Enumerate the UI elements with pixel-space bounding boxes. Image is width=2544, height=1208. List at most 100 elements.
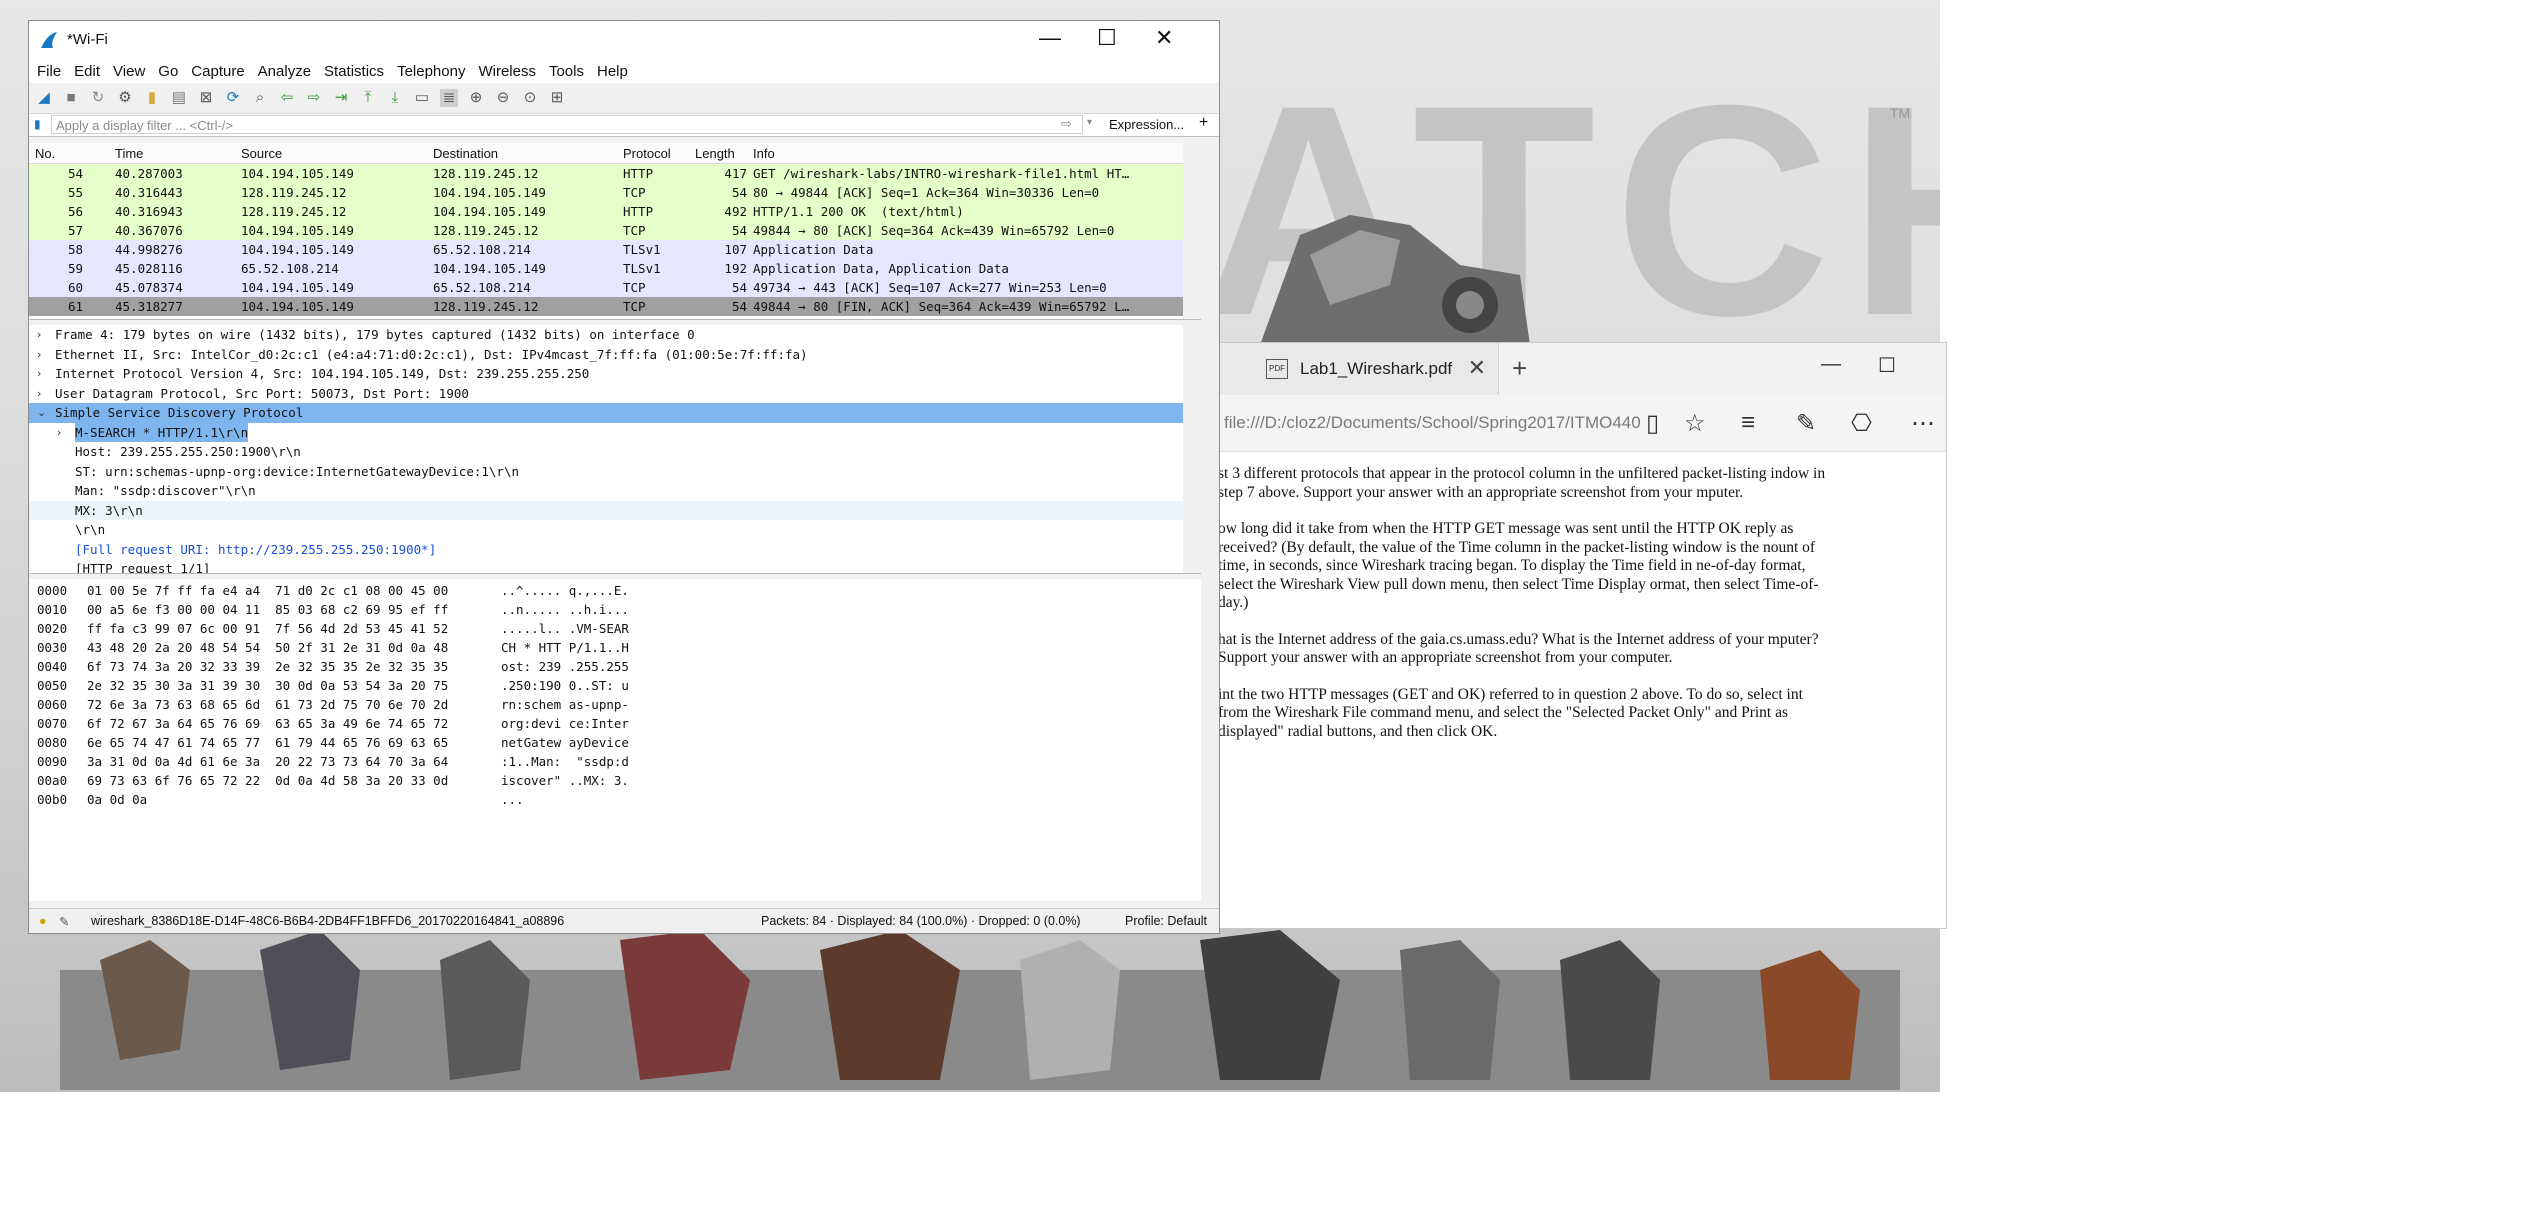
packet-cell-src: 104.194.105.149 bbox=[241, 280, 354, 295]
go-forward-icon[interactable]: ⇨ bbox=[305, 89, 323, 107]
detail-row[interactable]: › Internet Protocol Version 4, Src: 104.1… bbox=[29, 364, 1201, 384]
zoom-out-icon[interactable]: ⊖ bbox=[494, 89, 512, 107]
detail-row[interactable]: Man: "ssdp:discover"\r\n bbox=[29, 481, 1201, 501]
detail-row[interactable]: Host: 239.255.255.250:1900\r\n bbox=[29, 442, 1201, 462]
packet-row[interactable]: 58 44.998276 104.194.105.149 65.52.108.214 T… bbox=[29, 240, 1201, 259]
col-source[interactable]: Source bbox=[241, 146, 282, 161]
resize-columns-icon[interactable]: ⊞ bbox=[548, 89, 566, 107]
bookmark-icon[interactable]: ▮ bbox=[34, 117, 41, 131]
stop-capture-icon[interactable]: ■ bbox=[62, 89, 80, 107]
autoscroll-icon[interactable]: ▭ bbox=[413, 89, 431, 107]
share-icon[interactable]: ⎔ bbox=[1851, 409, 1872, 438]
address-input[interactable]: file:///D:/cloz2/Documents/School/Spring… bbox=[1224, 413, 1641, 433]
detail-rows: › Frame 4: 179 bytes on wire (1432 bits),… bbox=[29, 325, 1201, 573]
close-file-icon[interactable]: ⊠ bbox=[197, 89, 215, 107]
packet-row[interactable]: 61 45.318277 104.194.105.149 128.119.245.12… bbox=[29, 297, 1201, 316]
col-time[interactable]: Time bbox=[115, 146, 143, 161]
byte-hex: 43 48 20 2a 20 48 54 54 50 2f 31 2e 31 0… bbox=[87, 640, 449, 655]
menu-help[interactable]: Help bbox=[597, 63, 628, 80]
status-profile[interactable]: Profile: Default bbox=[1125, 914, 1207, 928]
reading-view-icon[interactable]: ▯ bbox=[1646, 409, 1659, 438]
collapsed-arrow-icon[interactable]: › bbox=[37, 384, 41, 404]
col-protocol[interactable]: Protocol bbox=[623, 146, 671, 161]
menu-edit[interactable]: Edit bbox=[74, 63, 100, 80]
capture-comment-icon[interactable]: ✎ bbox=[59, 914, 69, 929]
find-packet-icon[interactable]: ⌕ bbox=[251, 89, 269, 107]
col-no[interactable]: No. bbox=[35, 146, 55, 161]
go-to-packet-icon[interactable]: ⇥ bbox=[332, 89, 350, 107]
col-destination[interactable]: Destination bbox=[433, 146, 498, 161]
menu-statistics[interactable]: Statistics bbox=[324, 63, 384, 80]
restart-capture-icon[interactable]: ↻ bbox=[89, 89, 107, 107]
menu-file[interactable]: File bbox=[37, 63, 61, 80]
filter-dropdown-icon[interactable]: ▾ bbox=[1087, 117, 1092, 128]
packet-row[interactable]: 60 45.078374 104.194.105.149 65.52.108.214 T… bbox=[29, 278, 1201, 297]
collapsed-arrow-icon[interactable]: › bbox=[37, 345, 41, 365]
packet-cell-info: HTTP/1.1 200 OK (text/html) bbox=[753, 204, 964, 219]
collapsed-arrow-icon[interactable]: › bbox=[37, 325, 41, 345]
packet-row[interactable]: 57 40.367076 104.194.105.149 128.119.245.12… bbox=[29, 221, 1201, 240]
menu-capture[interactable]: Capture bbox=[191, 63, 244, 80]
normal-size-icon[interactable]: ⊙ bbox=[521, 89, 539, 107]
expression-button[interactable]: Expression... bbox=[1109, 117, 1184, 132]
expanded-arrow-icon[interactable]: ⌄ bbox=[37, 403, 46, 423]
go-last-packet-icon[interactable]: ⤓ bbox=[386, 89, 404, 107]
packet-list-scrollbar[interactable] bbox=[1183, 143, 1201, 319]
menu-go[interactable]: Go bbox=[158, 63, 178, 80]
menu-analyze[interactable]: Analyze bbox=[258, 63, 311, 80]
minimize-icon[interactable]: — bbox=[1039, 25, 1061, 51]
packet-row[interactable]: 55 40.316443 128.119.245.12 104.194.105.149… bbox=[29, 183, 1201, 202]
byte-off: 0060 bbox=[37, 697, 68, 712]
detail-row[interactable]: › Ethernet II, Src: IntelCor_d0:2c:c1 (e4… bbox=[29, 345, 1201, 365]
packet-row[interactable]: 59 45.028116 65.52.108.214 104.194.105.149 T… bbox=[29, 259, 1201, 278]
minimize-icon[interactable]: — bbox=[1821, 353, 1841, 376]
detail-row-selected[interactable]: ⌄ Simple Service Discovery Protocol bbox=[29, 403, 1201, 423]
apply-filter-arrow-icon[interactable]: ⇨ bbox=[1061, 116, 1072, 132]
detail-row[interactable]: [Full request URI: http://239.255.255.25… bbox=[29, 540, 1201, 560]
go-back-icon[interactable]: ⇦ bbox=[278, 89, 296, 107]
capture-options-icon[interactable]: ⚙ bbox=[116, 89, 134, 107]
go-first-packet-icon[interactable]: ⤒ bbox=[359, 89, 377, 107]
colorize-icon[interactable]: ≣ bbox=[440, 89, 458, 107]
close-icon[interactable]: ✕ bbox=[1155, 25, 1173, 51]
packet-cell-no: 55 bbox=[67, 185, 83, 200]
packet-row[interactable]: 54 40.287003 104.194.105.149 128.119.245.12… bbox=[29, 164, 1201, 183]
detail-row[interactable]: [HTTP request 1/1] bbox=[29, 559, 1201, 573]
browser-tab[interactable]: PDF Lab1_Wireshark.pdf ✕ bbox=[1206, 343, 1499, 395]
menu-wireless[interactable]: Wireless bbox=[478, 63, 536, 80]
collapsed-arrow-icon[interactable]: › bbox=[57, 423, 61, 443]
detail-row[interactable]: ST: urn:schemas-upnp-org:device:Internet… bbox=[29, 462, 1201, 482]
menu-tools[interactable]: Tools bbox=[549, 63, 584, 80]
hub-icon[interactable]: ≡ bbox=[1741, 409, 1755, 437]
packet-details-scrollbar[interactable] bbox=[1183, 325, 1201, 573]
web-note-icon[interactable]: ✎ bbox=[1796, 409, 1816, 438]
detail-row[interactable]: › M-SEARCH * HTTP/1.1\r\n bbox=[29, 422, 1201, 443]
expert-info-icon[interactable]: ● bbox=[39, 914, 47, 928]
packet-row[interactable]: 56 40.316943 128.119.245.12 104.194.105.149… bbox=[29, 202, 1201, 221]
start-capture-icon[interactable]: ◢ bbox=[35, 89, 53, 107]
byte-hex: 01 00 5e 7f ff fa e4 a4 71 d0 2c c1 08 0… bbox=[87, 583, 449, 598]
display-filter-input[interactable]: Apply a display filter ... <Ctrl-/> bbox=[51, 115, 1083, 134]
detail-row[interactable]: › User Datagram Protocol, Src Port: 50073… bbox=[29, 384, 1201, 404]
more-icon[interactable]: ⋯ bbox=[1911, 409, 1935, 438]
reload-file-icon[interactable]: ⟳ bbox=[224, 89, 242, 107]
detail-row[interactable]: › Frame 4: 179 bytes on wire (1432 bits),… bbox=[29, 325, 1201, 345]
maximize-icon[interactable]: ☐ bbox=[1878, 353, 1896, 378]
collapsed-arrow-icon[interactable]: › bbox=[37, 364, 41, 384]
zoom-in-icon[interactable]: ⊕ bbox=[467, 89, 485, 107]
col-length[interactable]: Length bbox=[695, 146, 735, 161]
add-filter-button[interactable]: + bbox=[1199, 114, 1208, 132]
new-tab-icon[interactable]: + bbox=[1512, 353, 1527, 384]
packet-cell-proto: TCP bbox=[623, 185, 646, 200]
menu-telephony[interactable]: Telephony bbox=[397, 63, 465, 80]
maximize-icon[interactable]: ☐ bbox=[1097, 25, 1117, 51]
close-tab-icon[interactable]: ✕ bbox=[1468, 355, 1486, 381]
detail-row[interactable]: MX: 3\r\n bbox=[29, 500, 1201, 520]
menu-bar: File Edit View Go Capture Analyze Statis… bbox=[29, 59, 1219, 83]
menu-view[interactable]: View bbox=[113, 63, 145, 80]
col-info[interactable]: Info bbox=[753, 146, 775, 161]
save-file-icon[interactable]: ▤ bbox=[170, 89, 188, 107]
open-file-icon[interactable]: ▮ bbox=[143, 89, 161, 107]
favorite-star-icon[interactable]: ☆ bbox=[1684, 409, 1706, 438]
detail-row[interactable]: \r\n bbox=[29, 520, 1201, 540]
